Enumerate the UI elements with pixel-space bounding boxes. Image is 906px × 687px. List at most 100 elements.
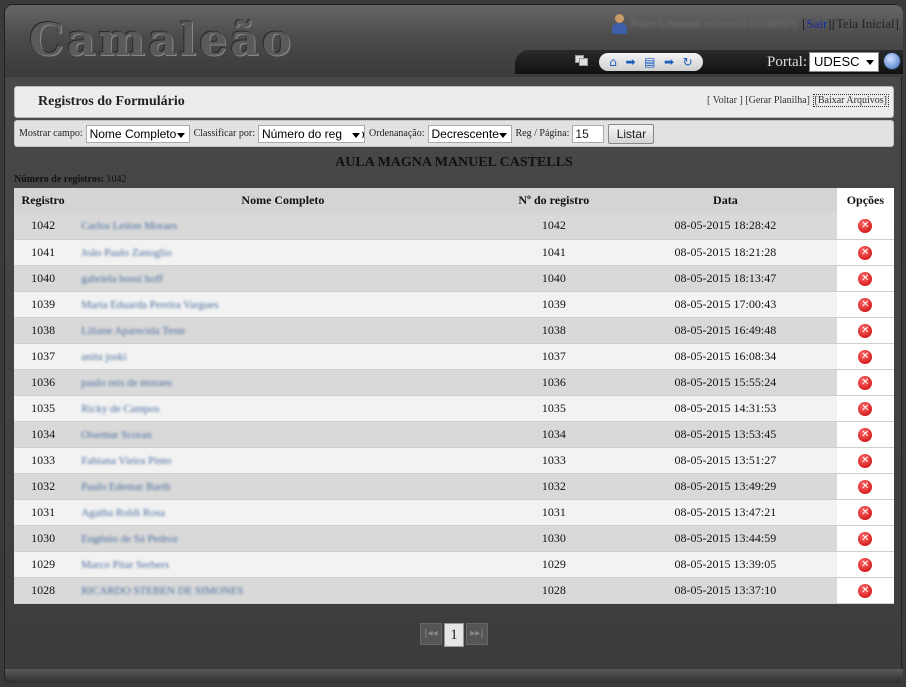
user-avatar-icon bbox=[611, 14, 627, 34]
cell-nome: anita joski bbox=[72, 343, 494, 370]
cell-registro: 1031 bbox=[14, 499, 73, 526]
delete-icon[interactable]: ✕ bbox=[858, 453, 873, 468]
delete-icon[interactable]: ✕ bbox=[858, 531, 873, 546]
table-header-row: Registro Nome Completo Nº do registro Da… bbox=[14, 188, 894, 213]
table-row: 1033 Fabiana Vieira Pinto 1033 08-05-2015 1… bbox=[14, 447, 894, 474]
record-count-value: 1042 bbox=[106, 174, 127, 185]
cell-numero: 1039 bbox=[493, 291, 615, 318]
generate-spreadsheet-link[interactable]: [Gerar Planilha] bbox=[745, 95, 810, 106]
table-row: 1038 Liliane Aparecida Teste 1038 08-05-201… bbox=[14, 317, 894, 344]
user-area: Pedro Lehmann xxxxxxxx (1234567) [Sair] … bbox=[611, 13, 899, 35]
cell-registro: 1040 bbox=[14, 265, 73, 292]
header-data[interactable]: Data bbox=[614, 188, 837, 213]
name-link[interactable]: Liliane Aparecida Teste bbox=[81, 325, 185, 337]
cell-registro: 1028 bbox=[14, 577, 73, 604]
cell-numero: 1041 bbox=[493, 239, 615, 266]
cell-numero: 1033 bbox=[493, 447, 615, 474]
records-table: Registro Nome Completo Nº do registro Da… bbox=[14, 188, 894, 604]
windows-icon[interactable] bbox=[575, 55, 589, 67]
cell-data: 08-05-2015 13:49:29 bbox=[614, 473, 837, 500]
chevron-down-icon bbox=[866, 60, 874, 65]
logout-link[interactable]: Sair bbox=[806, 16, 827, 31]
cell-registro: 1033 bbox=[14, 447, 73, 474]
cell-data: 08-05-2015 13:39:05 bbox=[614, 551, 837, 578]
delete-icon[interactable]: ✕ bbox=[858, 245, 873, 260]
header: Camaleão Pedro Lehmann xxxxxxxx (1234567… bbox=[5, 5, 903, 77]
cell-registro: 1042 bbox=[14, 213, 73, 240]
delete-icon[interactable]: ✕ bbox=[858, 271, 873, 286]
per-page-input[interactable]: 15 bbox=[572, 124, 605, 143]
name-link[interactable]: Eugênio de Sá Pedroz bbox=[81, 533, 178, 545]
filter-bar: Mostrar campo: Nome Completo Classificar… bbox=[14, 120, 894, 147]
name-link[interactable]: Fabiana Vieira Pinto bbox=[81, 455, 171, 467]
arrow-right-icon[interactable]: ➡ bbox=[625, 56, 635, 68]
refresh-icon[interactable]: ↻ bbox=[683, 56, 693, 68]
delete-icon[interactable]: ✕ bbox=[858, 505, 873, 520]
name-link[interactable]: Maria Eduarda Pereira Vargues bbox=[81, 299, 218, 311]
table-row: 1042 Carlos Leiton Moraes 1042 08-05-2015 1… bbox=[14, 213, 894, 240]
last-page-button[interactable]: ▸▸| bbox=[466, 623, 488, 645]
header-nome-completo[interactable]: Nome Completo bbox=[72, 188, 494, 213]
back-link[interactable]: [ Voltar ] bbox=[707, 95, 743, 106]
portal-select-value: UDESC bbox=[814, 54, 860, 69]
name-link[interactable]: Oisemar Scoran bbox=[81, 429, 152, 441]
home-screen-link[interactable]: [Tela Inicial] bbox=[832, 16, 899, 32]
pagination: |◂◂ 1 ▸▸| bbox=[420, 623, 488, 647]
cell-nome: Eugênio de Sá Pedroz bbox=[72, 525, 494, 552]
app-logo: Camaleão bbox=[29, 15, 295, 66]
cell-nome: João Paulo Zanoglio bbox=[72, 239, 494, 266]
delete-icon[interactable]: ✕ bbox=[858, 219, 873, 234]
cell-nome: paulo reis de moraes bbox=[72, 369, 494, 396]
cell-registro: 1030 bbox=[14, 525, 73, 552]
show-field-select[interactable]: Nome Completo bbox=[85, 124, 190, 143]
name-link[interactable]: João Paulo Zanoglio bbox=[81, 247, 171, 259]
name-link[interactable]: anita joski bbox=[81, 351, 127, 363]
name-link[interactable]: Ricky de Campos bbox=[81, 403, 159, 415]
cell-data: 08-05-2015 13:51:27 bbox=[614, 447, 837, 474]
document-icon[interactable]: ▤ bbox=[644, 56, 655, 68]
cell-data: 08-05-2015 16:08:34 bbox=[614, 343, 837, 370]
delete-icon[interactable]: ✕ bbox=[858, 479, 873, 494]
download-files-link[interactable]: [Baixar Arquivos] bbox=[812, 94, 889, 107]
header-registro[interactable]: Registro bbox=[14, 188, 73, 213]
title-panel: Registros do Formulário [ Voltar ] [Gera… bbox=[14, 86, 894, 118]
first-page-button[interactable]: |◂◂ bbox=[420, 623, 442, 645]
delete-icon[interactable]: ✕ bbox=[858, 401, 873, 416]
cell-nome: Fabiana Vieira Pinto bbox=[72, 447, 494, 474]
current-page[interactable]: 1 bbox=[444, 623, 464, 647]
home-icon[interactable]: ⌂ bbox=[609, 56, 617, 68]
header-numero-registro[interactable]: Nº do registro bbox=[493, 188, 615, 213]
name-link[interactable]: RICARDO STEBEN DE SIMONES bbox=[81, 585, 243, 597]
name-link[interactable]: paulo reis de moraes bbox=[81, 377, 172, 389]
delete-icon[interactable]: ✕ bbox=[858, 297, 873, 312]
cell-registro: 1035 bbox=[14, 395, 73, 422]
name-link[interactable]: Agatha Roldi Rosa bbox=[81, 507, 165, 519]
order-select[interactable]: Decrescente bbox=[427, 124, 512, 143]
cell-registro: 1038 bbox=[14, 317, 73, 344]
table-row: 1030 Eugênio de Sá Pedroz 1030 08-05-2015 1… bbox=[14, 525, 894, 552]
cell-data: 08-05-2015 17:00:43 bbox=[614, 291, 837, 318]
name-link[interactable]: gabriela bossi hoff bbox=[81, 273, 163, 285]
globe-icon[interactable] bbox=[883, 52, 901, 70]
delete-icon[interactable]: ✕ bbox=[858, 349, 873, 364]
delete-icon[interactable]: ✕ bbox=[858, 427, 873, 442]
arrow-right-icon[interactable]: ➡ bbox=[664, 56, 674, 68]
order-label: Ordenanação: bbox=[368, 128, 425, 139]
cell-opcoes: ✕ bbox=[836, 447, 894, 474]
cell-opcoes: ✕ bbox=[836, 421, 894, 448]
delete-icon[interactable]: ✕ bbox=[858, 375, 873, 390]
portal-select[interactable]: UDESC bbox=[809, 52, 879, 72]
list-button[interactable]: Listar bbox=[608, 123, 655, 144]
page-title: Registros do Formulário bbox=[38, 94, 185, 109]
record-count: Número de registros: 1042 bbox=[14, 174, 127, 185]
show-field-value: Nome Completo bbox=[89, 126, 177, 141]
cell-registro: 1034 bbox=[14, 421, 73, 448]
name-link[interactable]: Paulo Edemar Barth bbox=[81, 481, 170, 493]
name-link[interactable]: Carlos Leiton Moraes bbox=[81, 220, 177, 232]
delete-icon[interactable]: ✕ bbox=[858, 323, 873, 338]
cell-opcoes: ✕ bbox=[836, 213, 894, 240]
name-link[interactable]: Marco Pitar Serbers bbox=[81, 559, 169, 571]
delete-icon[interactable]: ✕ bbox=[858, 583, 873, 598]
sort-by-select[interactable]: Número do registro bbox=[257, 124, 365, 143]
delete-icon[interactable]: ✕ bbox=[858, 557, 873, 572]
